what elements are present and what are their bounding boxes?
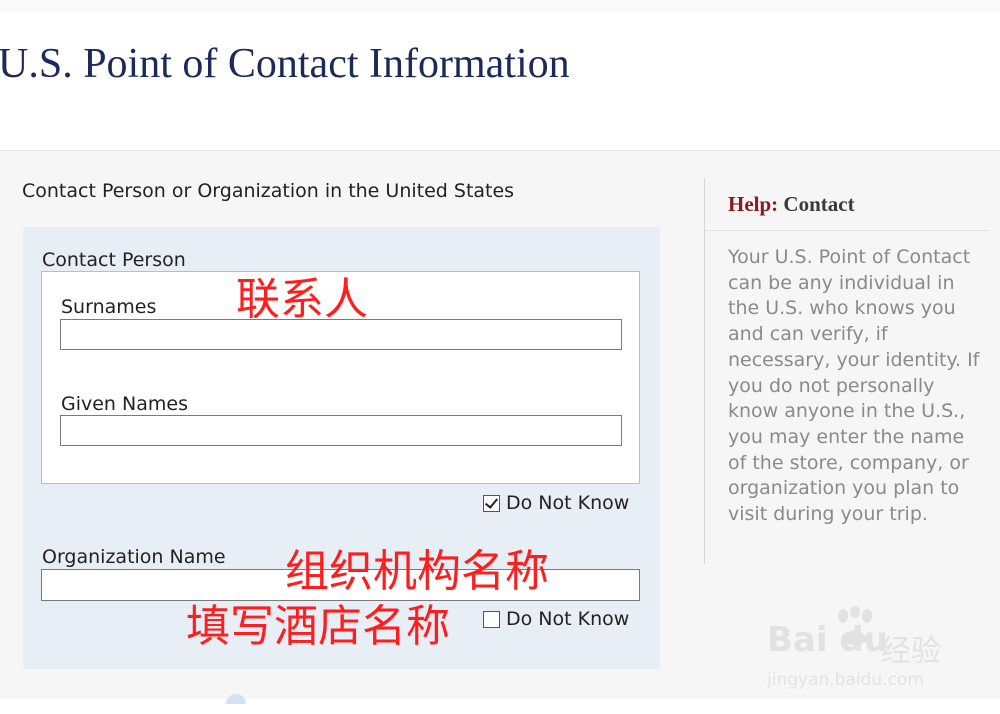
contact-do-not-know-label: Do Not Know bbox=[506, 492, 630, 514]
annotation-hotel: 填写酒店名称 bbox=[186, 601, 450, 652]
annotation-contact-person: 联系人 bbox=[236, 274, 368, 325]
given-names-label: Given Names bbox=[61, 393, 188, 415]
help-prefix: Help: bbox=[728, 192, 779, 216]
watermark-product: 经验 bbox=[881, 634, 941, 669]
surnames-label: Surnames bbox=[61, 296, 157, 318]
contact-person-label: Contact Person bbox=[42, 249, 186, 271]
watermark-url: jingyan.baidu.com bbox=[767, 670, 924, 690]
organization-do-not-know-label: Do Not Know bbox=[506, 608, 630, 630]
help-title: Help: Contact bbox=[728, 192, 855, 217]
baidu-watermark: Bai du 经验 jingyan.baidu.com bbox=[767, 606, 967, 696]
organization-do-not-know-checkbox[interactable] bbox=[483, 610, 500, 628]
help-divider bbox=[705, 230, 989, 231]
paw-icon bbox=[838, 606, 872, 645]
organization-name-label: Organization Name bbox=[42, 546, 226, 568]
help-text: Your U.S. Point of Contact can be any in… bbox=[728, 246, 980, 526]
organization-do-not-know-row[interactable]: Do Not Know bbox=[483, 608, 629, 630]
help-topic: Contact bbox=[783, 192, 855, 216]
page-title: U.S. Point of Contact Information bbox=[0, 41, 570, 87]
scroll-indicator bbox=[226, 694, 246, 704]
help-panel: Help: Contact Your U.S. Point of Contact… bbox=[704, 178, 989, 564]
given-names-input[interactable] bbox=[60, 415, 622, 446]
contact-do-not-know-checkbox[interactable] bbox=[483, 494, 500, 512]
top-bar bbox=[0, 0, 1000, 12]
contact-do-not-know-row[interactable]: Do Not Know bbox=[483, 492, 629, 514]
annotation-organization: 组织机构名称 bbox=[285, 546, 549, 597]
section-heading: Contact Person or Organization in the Un… bbox=[22, 180, 515, 202]
